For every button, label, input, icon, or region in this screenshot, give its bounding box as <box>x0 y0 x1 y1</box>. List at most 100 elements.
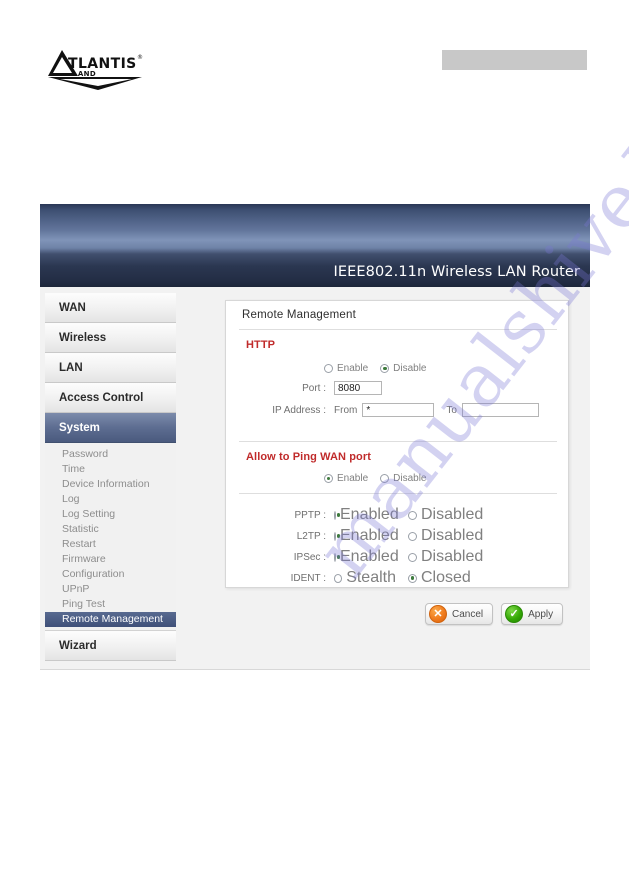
sidebar-item-lan[interactable]: LAN <box>45 353 176 383</box>
ident-stealth-option[interactable]: Stealth <box>334 569 396 587</box>
radio-icon[interactable] <box>408 510 417 520</box>
sidebar-subitem-restart[interactable]: Restart <box>45 537 176 552</box>
banner-title: IEEE802.11n Wireless LAN Router <box>333 264 580 280</box>
radio-icon[interactable] <box>324 364 333 373</box>
sidebar-item-access-control[interactable]: Access Control <box>45 383 176 413</box>
ping-enable-option[interactable]: Enable <box>324 473 368 484</box>
sidebar-item-wan[interactable]: WAN <box>45 293 176 323</box>
http-disable-option[interactable]: Disable <box>380 363 427 374</box>
protocol-row-l2tp: L2TP : Enabled Disabled <box>256 527 556 545</box>
action-buttons: ✕ Cancel ✓ Apply <box>425 603 564 625</box>
sidebar-subitem-label: Statistic <box>62 523 99 535</box>
radio-icon[interactable] <box>408 531 417 541</box>
protocol-row-ident: IDENT : Stealth Closed <box>256 569 556 587</box>
radio-icon[interactable] <box>334 510 341 520</box>
http-port-label: Port : <box>302 382 326 394</box>
http-ip-address-row: IP Address : From To <box>256 403 586 417</box>
protocol-option-b-label: Closed <box>421 569 471 586</box>
sidebar-subitem-label: Remote Management <box>62 613 163 625</box>
pptp-disabled-option[interactable]: Disabled <box>408 506 483 524</box>
sidebar-subitem-firmware[interactable]: Firmware <box>45 552 176 567</box>
sidebar-subitem-password[interactable]: Password <box>45 447 176 462</box>
sidebar-subitem-label: Configuration <box>62 568 125 580</box>
protocol-row-pptp: PPTP : Enabled Disabled <box>256 506 556 524</box>
sidebar-subitem-statistic[interactable]: Statistic <box>45 522 176 537</box>
check-mark-icon: ✓ <box>505 605 524 623</box>
protocol-option-a-label: Enabled <box>340 527 399 544</box>
sidebar-subitem-log[interactable]: Log <box>45 492 176 507</box>
l2tp-disabled-option[interactable]: Disabled <box>408 527 483 545</box>
divider <box>239 493 557 494</box>
http-enable-option[interactable]: Enable <box>324 363 368 374</box>
sidebar-subitem-log-setting[interactable]: Log Setting <box>45 507 176 522</box>
http-ip-address-label: IP Address : <box>272 404 326 416</box>
ping-disable-label: Disable <box>393 473 427 484</box>
radio-icon[interactable] <box>334 531 341 541</box>
radio-icon[interactable] <box>380 364 390 373</box>
protocol-option-b-label: Disabled <box>421 527 484 544</box>
pptp-enabled-option[interactable]: Enabled <box>334 506 399 524</box>
page-title: Remote Management <box>242 309 356 321</box>
x-mark-icon: ✕ <box>429 605 447 623</box>
cancel-button-label: Cancel <box>452 608 484 620</box>
sidebar-subitem-label: Firmware <box>62 553 106 565</box>
protocol-label: PPTP : <box>294 509 327 521</box>
protocol-row-ipsec: IPSec : Enabled Disabled <box>256 548 556 566</box>
http-port-input[interactable] <box>334 381 382 395</box>
http-ip-from-input[interactable] <box>362 403 435 417</box>
sidebar-subitem-remote-management[interactable]: Remote Management <box>45 612 176 627</box>
http-ip-to-input[interactable] <box>461 403 539 417</box>
sidebar-subitem-label: Ping Test <box>62 598 105 610</box>
cancel-button[interactable]: ✕ Cancel <box>425 603 494 625</box>
sidebar-subitem-device-information[interactable]: Device Information <box>45 477 176 492</box>
http-disable-label: Disable <box>393 363 427 374</box>
radio-icon[interactable] <box>380 474 390 483</box>
ping-wan-radio-group: Enable Disable <box>324 473 439 484</box>
sidebar-subitem-configuration[interactable]: Configuration <box>45 567 176 582</box>
apply-button[interactable]: ✓ Apply <box>501 603 564 625</box>
sidebar-item-label: Wizard <box>59 640 97 652</box>
svg-text:LAND: LAND <box>73 70 96 78</box>
radio-icon[interactable] <box>324 474 333 483</box>
http-enable-radio-group: Enable Disable <box>324 363 439 374</box>
sidebar-submenu-system: Password Time Device Information Log Log… <box>45 443 176 631</box>
ui-body: WAN Wireless LAN Access Control System P… <box>40 287 590 670</box>
http-enable-label: Enable <box>337 363 369 374</box>
sidebar-item-wireless[interactable]: Wireless <box>45 323 176 353</box>
section-heading-http: HTTP <box>246 339 276 351</box>
l2tp-enabled-option[interactable]: Enabled <box>334 527 399 545</box>
http-ip-to-label: To <box>446 404 457 416</box>
ident-closed-option[interactable]: Closed <box>408 569 471 587</box>
sidebar-subitem-label: UPnP <box>62 583 90 595</box>
sidebar-item-label: Wireless <box>59 332 107 344</box>
sidebar-item-label: System <box>59 422 100 434</box>
protocol-option-b-label: Disabled <box>421 548 484 565</box>
radio-icon[interactable] <box>408 573 417 583</box>
radio-icon[interactable] <box>334 573 343 583</box>
header-placeholder-box <box>442 50 587 70</box>
protocol-label: IPSec : <box>293 551 326 563</box>
sidebar-subitem-label: Device Information <box>62 478 150 490</box>
main-panel: Remote Management HTTP Enable Disable Po <box>185 287 590 669</box>
ping-enable-label: Enable <box>337 473 369 484</box>
ping-disable-option[interactable]: Disable <box>380 473 427 484</box>
radio-icon[interactable] <box>408 552 417 562</box>
protocol-option-a-label: Stealth <box>346 569 396 586</box>
radio-icon[interactable] <box>334 552 341 562</box>
sidebar-item-label: Access Control <box>59 392 144 404</box>
sidebar-item-system[interactable]: System <box>45 413 176 443</box>
sidebar-subitem-label: Time <box>62 463 85 475</box>
ipsec-enabled-option[interactable]: Enabled <box>334 548 399 566</box>
sidebar-subitem-time[interactable]: Time <box>45 462 176 477</box>
sidebar-item-wizard[interactable]: Wizard <box>45 631 176 661</box>
apply-button-label: Apply <box>528 608 554 620</box>
protocol-option-a-label: Enabled <box>340 506 399 523</box>
watermark-text: manualshive.com <box>596 0 629 193</box>
sidebar: WAN Wireless LAN Access Control System P… <box>45 293 176 661</box>
sidebar-subitem-label: Restart <box>62 538 96 550</box>
svg-text:®: ® <box>137 54 143 61</box>
sidebar-subitem-ping-test[interactable]: Ping Test <box>45 597 176 612</box>
protocol-option-b-label: Disabled <box>421 506 484 523</box>
ipsec-disabled-option[interactable]: Disabled <box>408 548 483 566</box>
sidebar-subitem-upnp[interactable]: UPnP <box>45 582 176 597</box>
